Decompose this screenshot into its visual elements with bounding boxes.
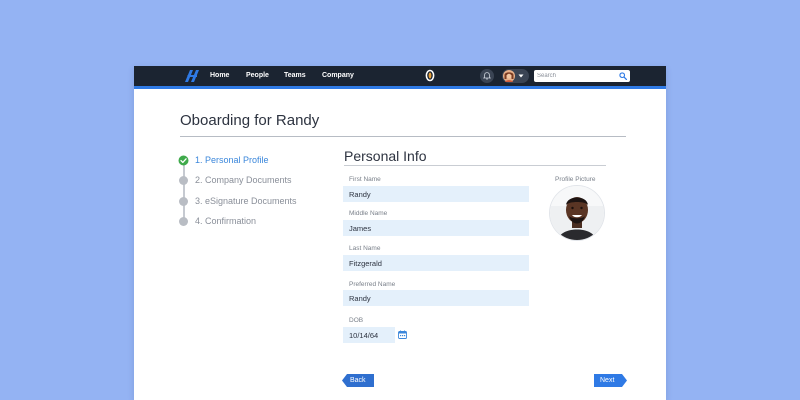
- user-avatar: [503, 70, 515, 82]
- step-label: 2. Company Documents: [195, 175, 292, 185]
- section-divider: [344, 165, 606, 166]
- nav-teams[interactable]: Teams: [284, 70, 306, 82]
- step-esignature-documents[interactable]: 3. eSignature Documents: [178, 195, 328, 207]
- app-status-icon[interactable]: [424, 69, 436, 82]
- dob-field[interactable]: [343, 327, 395, 343]
- nav-people[interactable]: People: [246, 70, 269, 82]
- step-company-documents[interactable]: 2. Company Documents: [178, 174, 328, 186]
- chevron-down-icon: [518, 74, 524, 78]
- preferred-name-label: Preferred Name: [349, 281, 396, 288]
- dob-label: DOB: [349, 317, 364, 324]
- top-nav-bar: Home People Teams Company: [134, 66, 666, 86]
- search-icon[interactable]: [619, 72, 627, 80]
- preferred-name-field[interactable]: [343, 290, 529, 306]
- last-name-label: Last Name: [349, 245, 381, 252]
- step-label: 1. Personal Profile: [195, 155, 269, 165]
- step-label: 4. Confirmation: [195, 216, 257, 226]
- first-name-field[interactable]: [343, 186, 529, 202]
- nav-accent-bar: [134, 86, 666, 89]
- step-personal-profile[interactable]: 1. Personal Profile: [178, 154, 328, 166]
- bell-icon: [483, 72, 491, 80]
- middle-name-label: Middle Name: [349, 210, 388, 217]
- step-confirmation[interactable]: 4. Confirmation: [178, 215, 328, 227]
- profile-photo: [550, 186, 604, 240]
- notifications-button[interactable]: [480, 69, 494, 83]
- nav-home[interactable]: Home: [210, 70, 229, 82]
- brand-logo-icon[interactable]: [182, 69, 200, 83]
- step-label: 3. eSignature Documents: [195, 196, 297, 206]
- last-name-field[interactable]: [343, 255, 529, 271]
- calendar-icon[interactable]: [398, 330, 407, 339]
- user-menu[interactable]: [502, 69, 529, 83]
- page-title: Oboarding for Randy: [180, 112, 320, 129]
- next-button-label: Next: [600, 377, 615, 384]
- search-input[interactable]: [534, 70, 618, 82]
- first-name-label: First Name: [349, 176, 381, 183]
- check-circle-icon: [178, 155, 189, 166]
- section-title: Personal Info: [344, 148, 427, 164]
- back-button[interactable]: Back: [342, 374, 374, 387]
- onboarding-stepper: 1. Personal Profile 2. Company Documents…: [178, 154, 328, 234]
- title-divider: [180, 136, 626, 137]
- middle-name-field[interactable]: [343, 220, 529, 236]
- step-dot-icon: [179, 217, 188, 226]
- app-window: Home People Teams Company Search Oboardi…: [134, 66, 666, 400]
- nav-company[interactable]: Company: [322, 70, 354, 82]
- profile-picture[interactable]: [550, 186, 604, 240]
- step-dot-icon: [179, 197, 188, 206]
- back-button-label: Back: [350, 377, 366, 384]
- next-button[interactable]: Next: [594, 374, 627, 387]
- profile-picture-label: Profile Picture: [555, 176, 596, 183]
- search-box: [534, 70, 630, 82]
- step-dot-icon: [179, 176, 188, 185]
